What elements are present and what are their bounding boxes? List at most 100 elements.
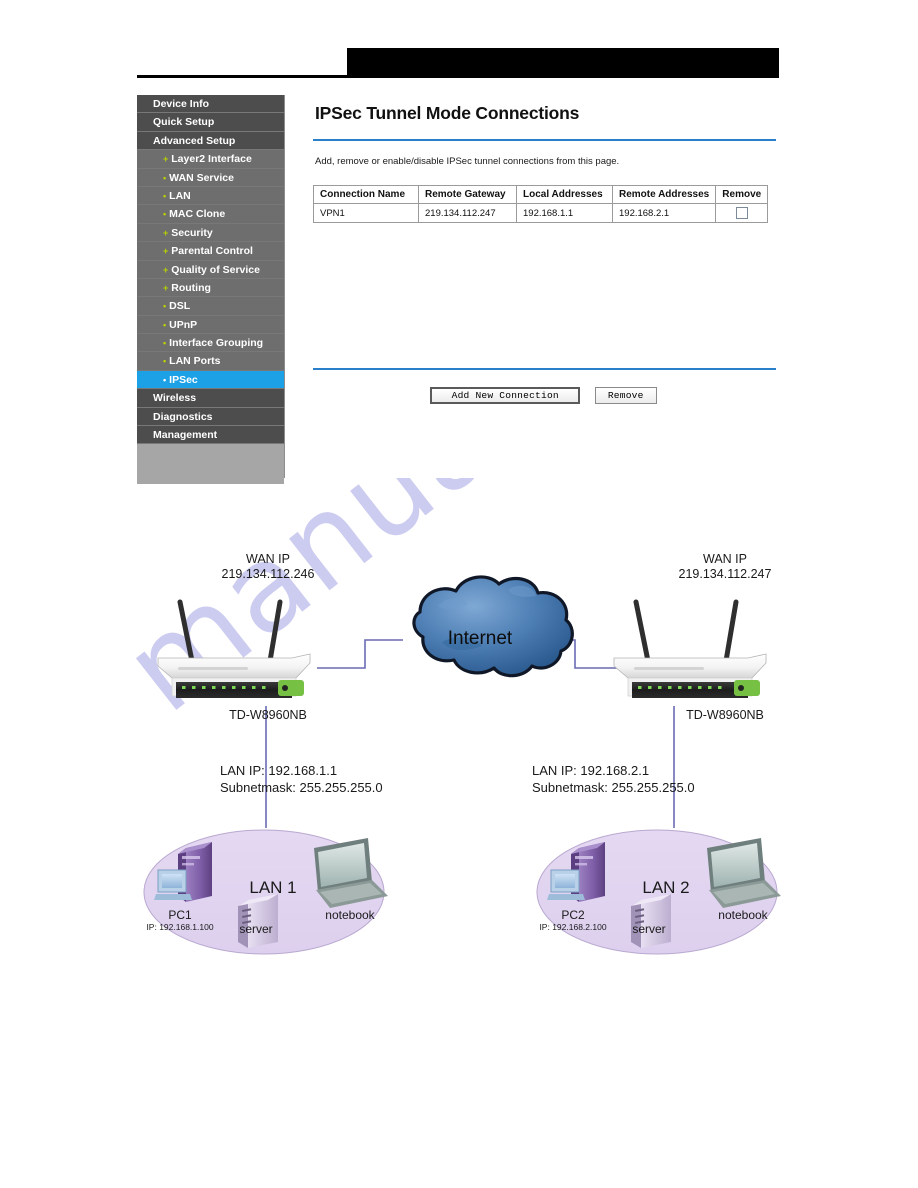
left-lan-ip-line: LAN IP: 192.168.1.1 [220,763,338,778]
sidebar-item-management[interactable]: Management [137,426,284,445]
sidebar-filler [137,444,284,485]
sidebar-item-quality-of-service[interactable]: + Quality of Service [137,260,284,279]
table-body: VPN1 219.134.112.247 192.168.1.1 192.168… [313,203,769,223]
router-device-right [613,599,767,698]
sidebar-navigation[interactable]: Device Info Quick Setup Advanced Setup + Lay… [137,95,285,485]
cell-remove [715,203,769,223]
sidebar-item-wireless[interactable]: Wireless [137,389,284,408]
bullet-dot-icon: • [163,172,167,183]
right-wan-caption-text: WAN IP [703,552,747,566]
sidebar-item-security[interactable]: + Security [137,223,284,243]
content-panel: IPSec Tunnel Mode Connections Add, remov… [305,95,782,478]
sidebar-item-label: LAN Ports [169,355,221,368]
sidebar-item-label: Interface Grouping [169,337,264,350]
lan1-title: LAN 1 [249,878,297,897]
sidebar-item-label: Routing [171,281,211,294]
sidebar-item-device-info[interactable]: Device Info [137,95,284,114]
sidebar-item-label: Diagnostics [153,410,213,423]
sidebar-item-advanced-setup[interactable]: Advanced Setup [137,131,284,151]
sidebar-item-label: WAN Service [169,171,234,184]
left-subnet-line: Subnetmask: 255.255.255.0 [220,780,383,795]
table-header: Connection Name Remote Gateway Local Add… [313,185,769,204]
pc1-label: PC1 [168,908,192,922]
server2-label: server [632,922,666,936]
left-wan-caption: WAN IP 219.134.112.246 [168,552,368,582]
sidebar-item-parental-control[interactable]: + Parental Control [137,242,284,261]
remove-checkbox[interactable] [735,207,748,219]
sidebar-item-interface-grouping[interactable]: • Interface Grouping [137,334,284,353]
cell-local-addresses: 192.168.1.1 [516,203,613,223]
right-lan-ip-line: LAN IP: 192.168.2.1 [532,763,650,778]
pc1-ip-label: IP: 192.168.1.100 [146,922,214,932]
sidebar-item-dsl[interactable]: • DSL [137,297,284,316]
sidebar-item-label: Management [153,429,218,442]
sidebar-item-label: Quick Setup [153,116,215,129]
sidebar-item-label: Advanced Setup [153,134,236,147]
cell-remote-gateway: 219.134.112.247 [418,203,517,223]
remove-button[interactable]: Remove [594,387,657,404]
action-button-row: Add New Connection Remove [305,385,782,404]
right-wan-ip: 219.134.112.247 [678,567,772,581]
sidebar-item-label: Parental Control [171,245,253,258]
router-device-left [157,599,311,698]
header-redaction-block [347,48,779,76]
sidebar-item-quick-setup[interactable]: Quick Setup [137,113,284,132]
sidebar-item-label: Quality of Service [171,263,260,276]
bullet-dot-icon: • [163,301,167,312]
bullet-dot-icon: • [163,356,167,367]
table-row: VPN1 219.134.112.247 192.168.1.1 192.168… [313,203,769,223]
sidebar-item-lan-ports[interactable]: • LAN Ports [137,352,284,371]
left-wan-ip: 219.134.112.246 [221,567,315,581]
col-header-connection-name: Connection Name [313,185,419,204]
col-header-remove: Remove [715,185,769,204]
expand-plus-icon: + [163,282,169,293]
right-subnet-line: Subnetmask: 255.255.255.0 [532,780,695,795]
sidebar-item-lan[interactable]: • LAN [137,186,284,206]
bullet-dot-icon: • [163,190,167,201]
page-header [0,0,918,90]
col-header-local-addresses: Local Addresses [516,185,613,204]
sidebar-item-label: MAC Clone [169,208,226,221]
section-accent-rule [313,368,776,370]
lan2-title: LAN 2 [642,878,690,897]
sidebar-item-wan-service[interactable]: • WAN Service [137,168,284,187]
expand-plus-icon: + [163,227,169,238]
sidebar-item-mac-clone[interactable]: • MAC Clone [137,205,284,224]
page-title: IPSec Tunnel Mode Connections [315,103,580,123]
sidebar-item-label: DSL [169,300,191,313]
sidebar-item-ipsec[interactable]: • IPSec [137,370,284,390]
right-lan-info: LAN IP: 192.168.2.1 Subnetmask: 255.255.… [532,762,695,796]
right-wan-caption: WAN IP 219.134.112.247 [625,552,825,582]
table-header-row: Connection Name Remote Gateway Local Add… [313,185,769,204]
sidebar-item-layer2-interface[interactable]: + Layer2 Interface [137,150,284,169]
header-divider-rule [137,75,779,78]
expand-plus-icon: + [163,246,169,257]
intro-description: Add, remove or enable/disable IPSec tunn… [315,156,620,167]
expand-plus-icon: + [163,154,169,165]
sidebar-item-diagnostics[interactable]: Diagnostics [137,407,284,427]
internet-cloud-label: Internet [447,628,513,649]
title-accent-rule [313,139,776,141]
bullet-dot-icon: • [163,374,167,385]
bullet-dot-icon: • [163,338,167,349]
sidebar-item-label: IPSec [169,373,198,386]
sidebar-item-routing[interactable]: + Routing [137,278,284,298]
sidebar-item-list: Device Info Quick Setup Advanced Setup + Lay… [137,95,284,445]
left-lan-info: LAN IP: 192.168.1.1 Subnetmask: 255.255.… [220,762,383,796]
add-new-connection-button[interactable]: Add New Connection [430,387,581,404]
notebook2-label: notebook [718,908,768,922]
sidebar-item-label: Device Info [153,98,210,110]
col-header-remote-gateway: Remote Gateway [418,185,517,204]
bullet-dot-icon: • [163,209,167,220]
cell-remote-addresses: 192.168.2.1 [611,203,717,223]
network-topology-diagram: WAN IP 219.134.112.246 TD-W8960NB WAN IP… [120,530,820,980]
col-header-remote-addresses: Remote Addresses [611,185,717,204]
sidebar-item-label: LAN [169,189,191,202]
sidebar-item-upnp[interactable]: • UPnP [137,315,284,335]
sidebar-item-label: Layer2 Interface [171,153,252,166]
cell-connection-name: VPN1 [313,203,419,223]
pc2-label: PC2 [561,908,585,922]
right-router-model: TD-W8960NB [686,708,764,722]
ipsec-connections-table: Connection Name Remote Gateway Local Add… [313,185,769,223]
bullet-dot-icon: • [163,319,167,330]
